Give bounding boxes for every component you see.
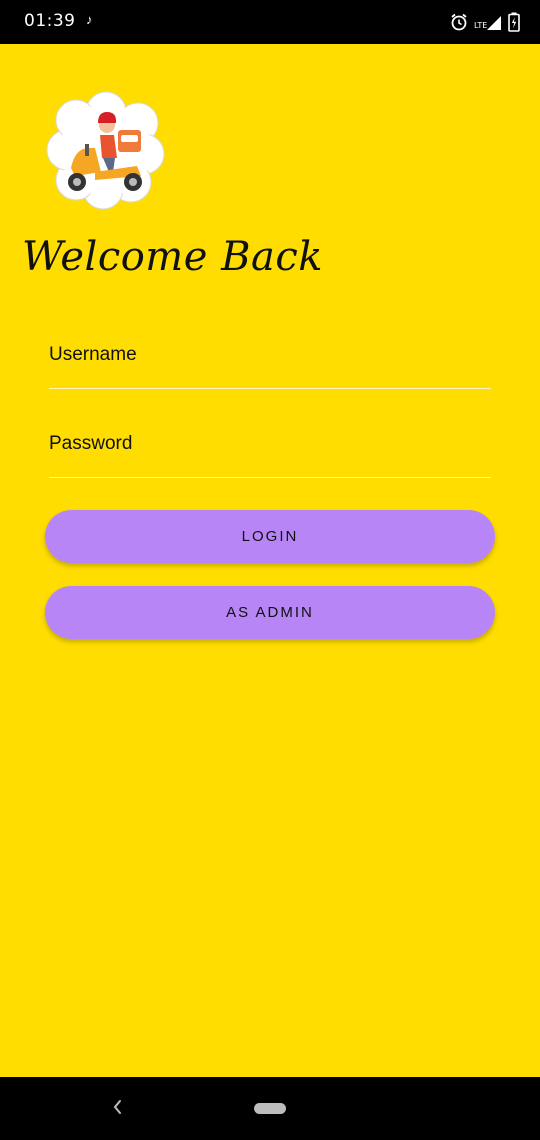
- navigation-bar: [0, 1077, 540, 1140]
- back-icon[interactable]: [110, 1095, 126, 1119]
- username-field[interactable]: Username: [49, 342, 491, 389]
- password-placeholder: Password: [49, 433, 133, 454]
- username-placeholder: Username: [49, 344, 137, 365]
- as-admin-button[interactable]: AS ADMIN: [45, 586, 495, 639]
- tiktok-icon: ♪: [86, 12, 93, 27]
- home-pill-icon[interactable]: [254, 1103, 286, 1114]
- delivery-scooter-icon: [46, 91, 165, 210]
- login-screen: Welcome Back Username Password LOGIN AS …: [0, 44, 540, 1077]
- battery-charging-icon: [508, 12, 520, 32]
- logo: [45, 88, 167, 210]
- alarm-icon: [451, 13, 467, 31]
- as-admin-button-label: AS ADMIN: [226, 604, 314, 621]
- signal-icon: LTE: [474, 16, 501, 30]
- status-icons: LTE: [450, 10, 520, 34]
- password-field[interactable]: Password: [49, 431, 491, 478]
- status-time: 01:39: [24, 11, 76, 31]
- svg-text:LTE: LTE: [474, 21, 487, 30]
- status-bar: 01:39 ♪ LTE: [0, 0, 540, 44]
- welcome-heading: Welcome Back: [22, 234, 323, 280]
- login-button-label: LOGIN: [241, 528, 299, 545]
- login-button[interactable]: LOGIN: [45, 510, 495, 563]
